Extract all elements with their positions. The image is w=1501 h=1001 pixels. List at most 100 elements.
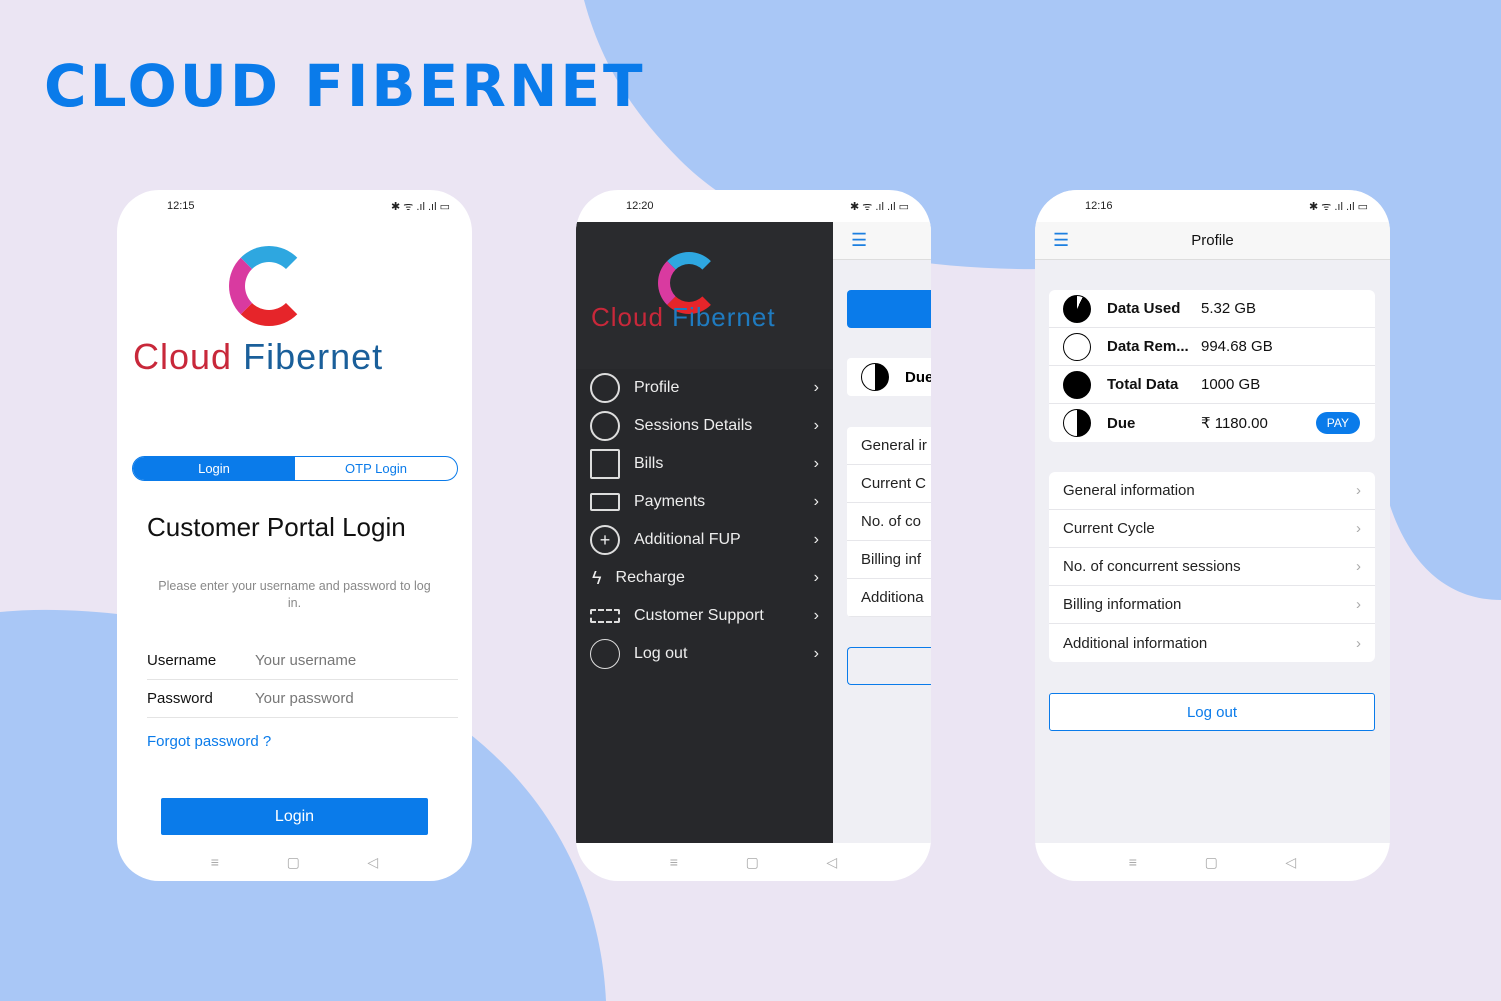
drawer: Cloud Fibernet Profile › Sessions Details… [576, 222, 833, 843]
list-item[interactable]: Additiona [847, 579, 931, 617]
plus-icon: + [590, 525, 620, 555]
status-icons: ✱ ᯤ .ıl .ıl ▭ [391, 200, 450, 213]
back-icon[interactable]: ◁ [826, 854, 837, 871]
list-item[interactable]: No. of co [847, 503, 931, 541]
menu-item-fup[interactable]: + Additional FUP › [576, 521, 833, 559]
bolt-icon: ϟ [592, 567, 602, 588]
forgot-password-link[interactable]: Forgot password ? [147, 733, 271, 750]
password-field[interactable]: Password Your password [147, 680, 458, 718]
status-bar: 12:15 ✱ ᯤ .ıl .ıl ▭ [117, 190, 472, 222]
menu-icon[interactable]: ≡ [211, 854, 219, 870]
home-icon[interactable]: ▢ [1205, 854, 1218, 871]
drawer-menu: Profile › Sessions Details › Bills › Paymen… [576, 369, 833, 673]
chevron-right-icon: › [813, 531, 819, 548]
chevron-right-icon: › [1356, 558, 1361, 575]
pie-outline-icon [1063, 332, 1091, 361]
menu-icon[interactable]: ≡ [670, 854, 678, 870]
status-bar: 12:20 ✱ ᯤ .ıl .ıl ▭ [576, 190, 931, 222]
login-instructions: Please enter your username and password … [158, 579, 431, 610]
users-icon [590, 411, 620, 441]
back-icon[interactable]: ◁ [1285, 854, 1296, 871]
user-icon [590, 373, 620, 403]
tab-otp-login[interactable]: OTP Login [295, 457, 457, 480]
list-item-sessions[interactable]: No. of concurrent sessions › [1049, 548, 1375, 586]
chevron-right-icon: › [813, 417, 819, 434]
brand-logo: Cloud Fibernet [133, 336, 384, 377]
brand-logo: Cloud Fibernet [591, 302, 776, 332]
profile-phone: 12:16 ✱ ᯤ .ıl .ıl ▭ ☰ Profile Data Used 5.… [1035, 190, 1390, 881]
password-input[interactable]: Your password [255, 690, 354, 707]
logout-button[interactable]: Log out [1049, 693, 1375, 731]
list-item[interactable]: Billing inf [847, 541, 931, 579]
login-tabs: Login OTP Login [132, 456, 458, 481]
behind-list: General ir Current C No. of co Billing i… [847, 427, 931, 617]
stat-due: Due ₹ 1180.00 PAY [1049, 404, 1375, 442]
ticket-icon [590, 609, 620, 623]
menu-item-payments[interactable]: Payments › [576, 483, 833, 521]
username-label: Username [147, 652, 217, 669]
full-circle-icon [1063, 370, 1091, 399]
status-time: 12:15 [167, 200, 195, 212]
drawer-header: Cloud Fibernet [576, 222, 833, 369]
stat-data-used: Data Used 5.32 GB [1049, 290, 1375, 328]
hamburger-icon[interactable]: ☰ [1053, 230, 1069, 251]
due-card: Due [847, 358, 931, 396]
home-icon[interactable]: ▢ [746, 854, 759, 871]
stat-total-data: Total Data 1000 GB [1049, 366, 1375, 404]
chevron-right-icon: › [813, 379, 819, 396]
info-list: General information › Current Cycle › No. … [1049, 472, 1375, 662]
status-time: 12:20 [626, 200, 654, 212]
logout-button[interactable] [847, 647, 931, 685]
nav-bar: ≡ ▢ ◁ [117, 843, 472, 881]
menu-item-profile[interactable]: Profile › [576, 369, 833, 407]
menu-item-sessions[interactable]: Sessions Details › [576, 407, 833, 445]
list-item-cycle[interactable]: Current Cycle › [1049, 510, 1375, 548]
pay-button[interactable]: PAY [1315, 412, 1360, 434]
menu-item-recharge[interactable]: ϟ Recharge › [576, 559, 833, 597]
status-icons: ✱ ᯤ .ıl .ıl ▭ [850, 200, 909, 213]
chevron-right-icon: › [813, 645, 819, 662]
username-field[interactable]: Username Your username [147, 642, 458, 680]
status-time: 12:16 [1085, 200, 1113, 212]
list-icon [590, 449, 620, 479]
pie-icon [1063, 294, 1091, 323]
page-title: Customer Portal Login [147, 512, 406, 542]
tab-login[interactable]: Login [133, 457, 295, 480]
chevron-right-icon: › [1356, 596, 1361, 613]
chevron-right-icon: › [1356, 634, 1361, 652]
chevron-right-icon: › [813, 493, 819, 510]
list-item-billing[interactable]: Billing information › [1049, 586, 1375, 624]
username-input[interactable]: Your username [255, 652, 356, 669]
stats-card: Data Used 5.32 GB Data Rem... 994.68 GB To… [1049, 290, 1375, 442]
list-item[interactable]: General ir [847, 427, 931, 465]
list-item-additional[interactable]: Additional information › [1049, 624, 1375, 662]
hamburger-icon[interactable]: ☰ [833, 222, 931, 260]
menu-item-support[interactable]: Customer Support › [576, 597, 833, 635]
home-icon[interactable]: ▢ [287, 854, 300, 871]
chevron-right-icon: › [813, 569, 819, 586]
card-icon [590, 493, 620, 511]
chevron-right-icon: › [1356, 482, 1361, 499]
password-label: Password [147, 690, 213, 707]
behind-content: ☰ Due General ir Current C No. of co Bil… [833, 222, 931, 843]
login-button[interactable]: Login [161, 798, 428, 835]
list-item[interactable]: Current C [847, 465, 931, 503]
half-pie-icon [1063, 409, 1091, 437]
menu-item-bills[interactable]: Bills › [576, 445, 833, 483]
header: ☰ Profile [1035, 222, 1390, 260]
back-icon[interactable]: ◁ [367, 854, 378, 871]
menu-item-logout[interactable]: Log out › [576, 635, 833, 673]
stat-data-remaining: Data Rem... 994.68 GB [1049, 328, 1375, 366]
chevron-right-icon: › [813, 607, 819, 624]
list-item-general[interactable]: General information › [1049, 472, 1375, 510]
half-pie-icon [861, 363, 889, 391]
chevron-right-icon: › [1356, 520, 1361, 537]
status-bar: 12:16 ✱ ᯤ .ıl .ıl ▭ [1035, 190, 1390, 222]
nav-bar: ≡ ▢ ◁ [576, 843, 931, 881]
chevron-right-icon: › [813, 455, 819, 472]
logo-icon [229, 246, 309, 326]
menu-phone: 12:20 ✱ ᯤ .ıl .ıl ▭ ☰ Due General ir Curr… [576, 190, 931, 881]
login-phone: 12:15 ✱ ᯤ .ıl .ıl ▭ Cloud Fibernet Login … [117, 190, 472, 881]
menu-icon[interactable]: ≡ [1129, 854, 1137, 870]
blue-banner [847, 290, 931, 328]
